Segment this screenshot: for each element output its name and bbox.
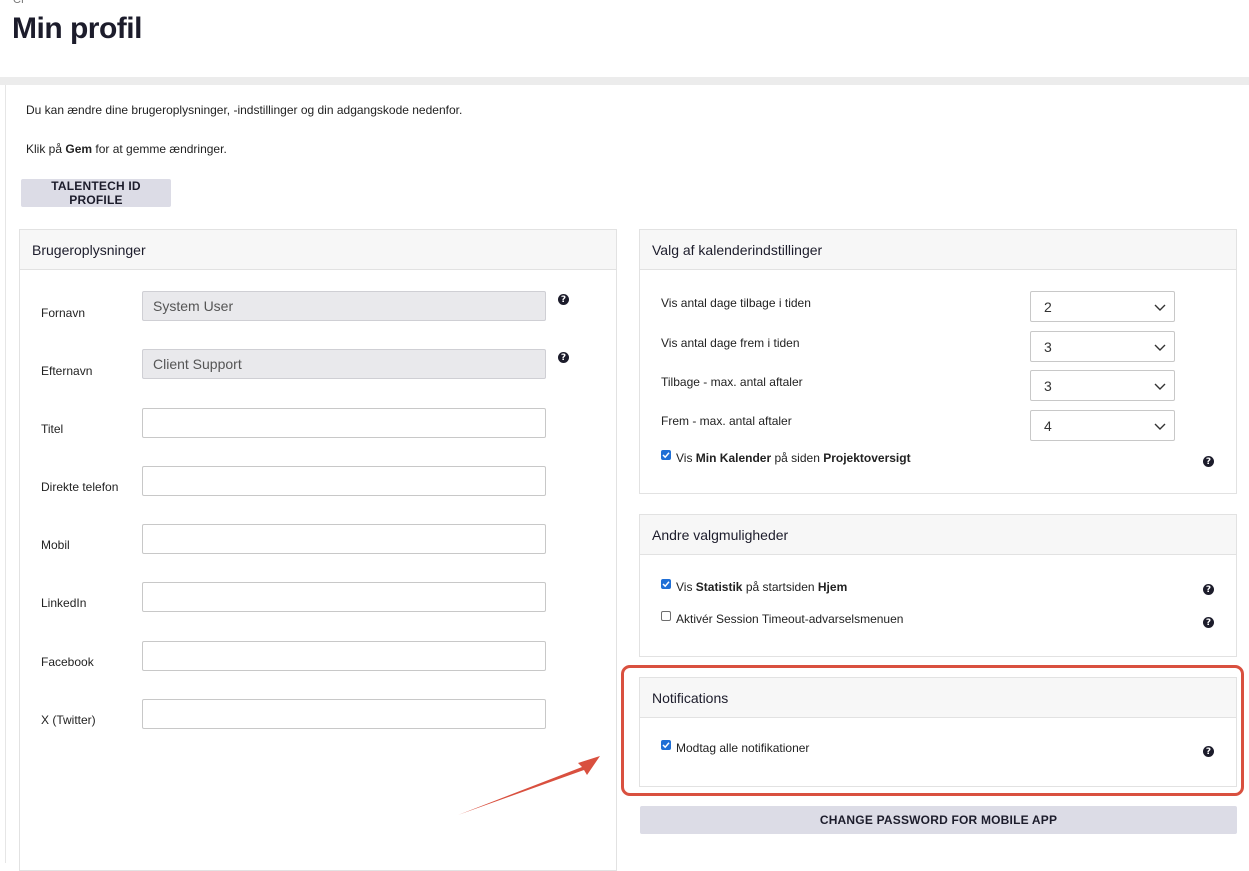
firstname-input[interactable] — [142, 291, 546, 321]
header-divider — [0, 77, 1249, 85]
max-forward-label: Frem - max. antal aftaler — [661, 414, 792, 428]
lastname-label: Efternavn — [41, 364, 93, 378]
days-forward-label: Vis antal dage frem i tiden — [661, 336, 800, 350]
mobile-label: Mobil — [41, 538, 70, 552]
save-hint-keyword: Gem — [65, 142, 93, 156]
linkedin-label: LinkedIn — [41, 596, 87, 610]
show-my-calendar-checkbox[interactable] — [661, 450, 671, 460]
help-icon[interactable]: ? — [1203, 617, 1214, 628]
title-input[interactable] — [142, 408, 546, 438]
chevron-down-icon — [1154, 383, 1166, 390]
lastname-input[interactable] — [142, 349, 546, 379]
linkedin-input[interactable] — [142, 582, 546, 612]
intro-text: Du kan ændre dine brugeroplysninger, -in… — [26, 103, 463, 117]
twitter-label: X (Twitter) — [41, 713, 96, 727]
user-info-title: Brugeroplysninger — [20, 230, 616, 270]
breadcrumb[interactable]: CP — [13, 0, 28, 6]
chevron-down-icon — [1154, 344, 1166, 351]
annotation-arrow-icon — [458, 756, 600, 815]
facebook-label: Facebook — [41, 655, 94, 669]
page-header: CP Min profil — [0, 0, 1249, 77]
page-title: Min profil — [12, 12, 142, 45]
chevron-down-icon — [1154, 423, 1166, 430]
calendar-settings-panel: Valg af kalenderindstillinger Vis antal … — [639, 229, 1237, 494]
change-password-button[interactable]: CHANGE PASSWORD FOR MOBILE APP — [640, 806, 1237, 834]
title-label: Titel — [41, 422, 64, 436]
help-icon[interactable]: ? — [558, 294, 569, 305]
show-my-calendar-option: Vis Min Kalender på siden Projektoversig… — [661, 450, 911, 465]
max-forward-select[interactable]: 4 — [1030, 410, 1175, 441]
session-timeout-option: Aktivér Session Timeout-advarselsmenuen — [661, 611, 903, 626]
calendar-settings-title: Valg af kalenderindstillinger — [640, 230, 1236, 270]
annotation-highlight-box — [621, 665, 1244, 796]
other-options-panel: Andre valgmuligheder Vis Statistik på st… — [639, 514, 1237, 657]
checkmark-icon — [662, 452, 670, 459]
max-back-select[interactable]: 3 — [1030, 370, 1175, 401]
session-timeout-checkbox[interactable] — [661, 611, 671, 621]
show-statistics-option: Vis Statistik på startsiden Hjem — [661, 579, 847, 594]
help-icon[interactable]: ? — [1203, 584, 1214, 595]
help-icon[interactable]: ? — [1203, 456, 1214, 467]
facebook-input[interactable] — [142, 641, 546, 671]
days-back-select[interactable]: 2 — [1030, 291, 1175, 322]
help-icon[interactable]: ? — [558, 352, 569, 363]
mobile-input[interactable] — [142, 524, 546, 554]
direct-phone-input[interactable] — [142, 466, 546, 496]
talentech-id-profile-button[interactable]: TALENTECH ID PROFILE — [21, 179, 171, 207]
max-back-label: Tilbage - max. antal aftaler — [661, 375, 803, 389]
firstname-label: Fornavn — [41, 306, 86, 320]
direct-phone-label: Direkte telefon — [41, 480, 119, 494]
show-statistics-checkbox[interactable] — [661, 579, 671, 589]
chevron-down-icon — [1154, 304, 1166, 311]
checkmark-icon — [662, 581, 670, 588]
days-forward-select[interactable]: 3 — [1030, 331, 1175, 362]
save-hint: Klik på Gem for at gemme ændringer. — [26, 142, 227, 156]
days-back-label: Vis antal dage tilbage i tiden — [661, 296, 811, 310]
other-options-title: Andre valgmuligheder — [640, 515, 1236, 555]
twitter-input[interactable] — [142, 699, 546, 729]
